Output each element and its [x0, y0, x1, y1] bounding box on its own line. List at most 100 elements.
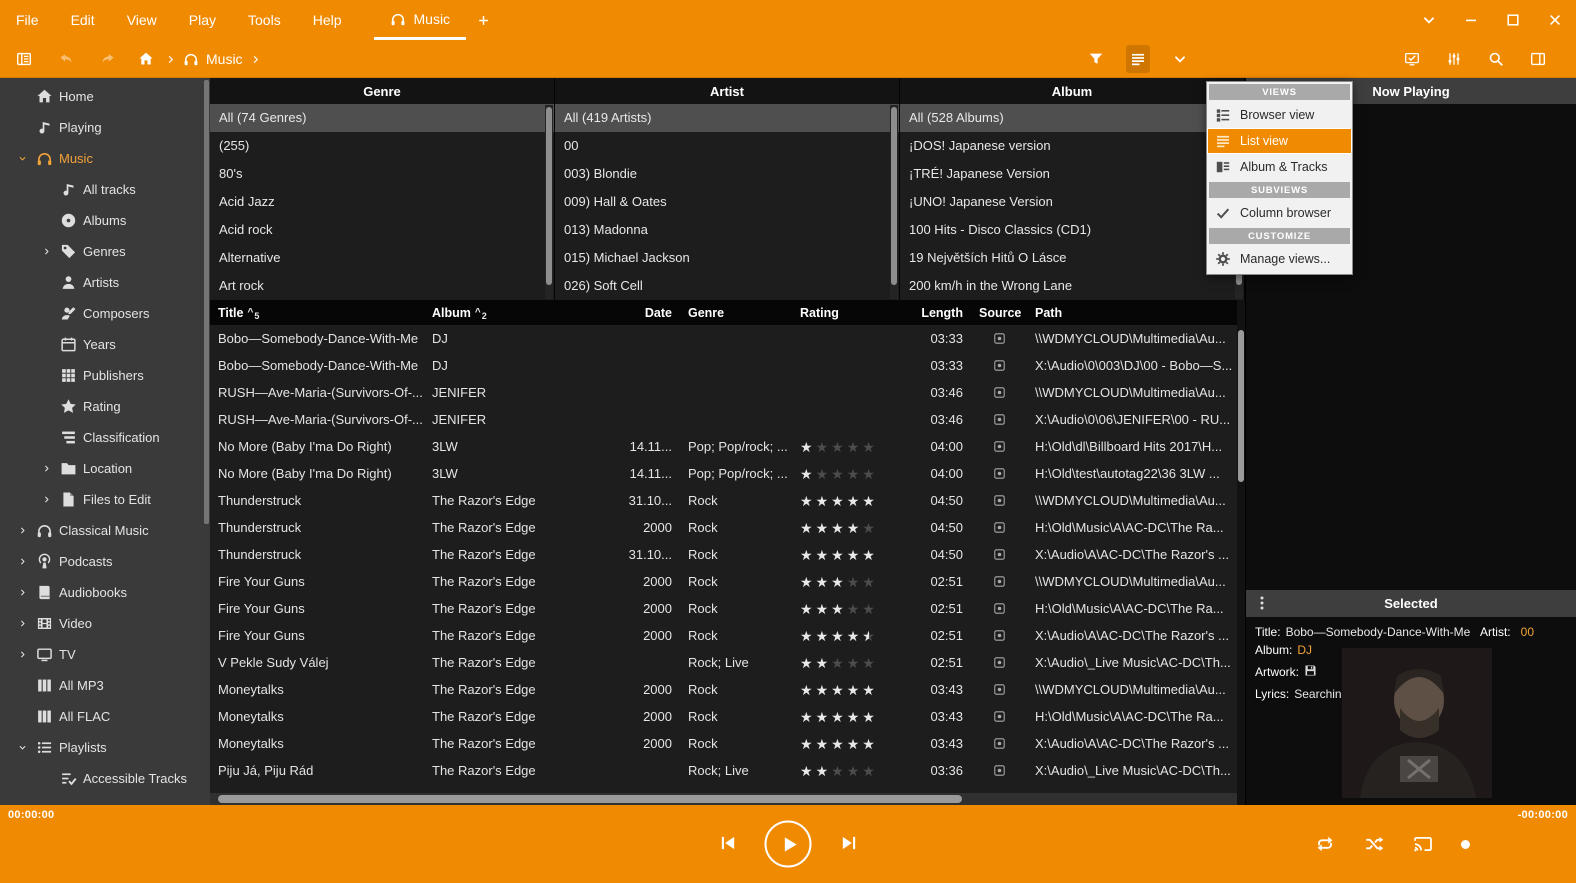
- column-header-path[interactable]: Path: [1027, 300, 1237, 325]
- vertical-scrollbar-thumb[interactable]: [1238, 330, 1244, 482]
- expand-chevron-icon[interactable]: [14, 525, 30, 537]
- previous-button[interactable]: [715, 831, 741, 857]
- table-row[interactable]: MoneytalksThe Razor's Edge2000Rock★★★★★0…: [210, 730, 1237, 757]
- menu-file[interactable]: File: [0, 0, 55, 40]
- browser-column-header[interactable]: Artist: [555, 78, 899, 104]
- expand-chevron-icon[interactable]: [38, 246, 54, 258]
- table-row[interactable]: MoneytalksThe Razor's Edge2000Rock★★★★★0…: [210, 676, 1237, 703]
- column-header-album[interactable]: Album^2: [424, 300, 602, 325]
- browser-item[interactable]: (255): [210, 132, 554, 160]
- expand-chevron-icon[interactable]: [14, 587, 30, 599]
- breadcrumb-home-button[interactable]: [134, 45, 158, 73]
- browser-item[interactable]: 80's: [210, 160, 554, 188]
- column-header-date[interactable]: Date: [602, 300, 680, 325]
- table-row[interactable]: No More (Baby I'ma Do Right)3LW14.11...P…: [210, 433, 1237, 460]
- close-button[interactable]: [1534, 0, 1576, 40]
- browser-item[interactable]: ¡DOS! Japanese version: [900, 132, 1244, 160]
- browser-item[interactable]: 200 km/h in the Wrong Lane: [900, 272, 1244, 300]
- table-row[interactable]: Fire Your GunsThe Razor's Edge2000Rock★★…: [210, 622, 1237, 649]
- cast-button[interactable]: [1412, 833, 1434, 855]
- shuffle-button[interactable]: [1363, 833, 1385, 855]
- sidebar-item-music[interactable]: Music: [0, 143, 210, 174]
- browser-scrollbar-thumb[interactable]: [891, 107, 897, 285]
- sidebar-item-home[interactable]: Home: [0, 81, 210, 112]
- sidebar-item-tv[interactable]: TV: [0, 639, 210, 670]
- table-row[interactable]: V Pekle Sudy VálejThe Razor's EdgeRock; …: [210, 649, 1237, 676]
- rating-stars[interactable]: ★★★★★: [800, 710, 878, 724]
- menu-help[interactable]: Help: [297, 0, 358, 40]
- sidebar-item-video[interactable]: Video: [0, 608, 210, 639]
- browser-item[interactable]: 00: [555, 132, 899, 160]
- redo-button[interactable]: [96, 45, 120, 73]
- view-menu-item-column-browser[interactable]: Column browser: [1207, 200, 1352, 226]
- sidebar-item-years[interactable]: Years: [0, 329, 210, 360]
- save-artwork-button[interactable]: [1304, 664, 1320, 680]
- menu-play[interactable]: Play: [173, 0, 232, 40]
- browser-item[interactable]: Art rock: [210, 272, 554, 300]
- menu-tools[interactable]: Tools: [232, 0, 297, 40]
- sidebar-item-playlists[interactable]: Playlists: [0, 732, 210, 763]
- rating-stars[interactable]: ★★★★★: [800, 521, 878, 535]
- table-row[interactable]: Fire Your GunsThe Razor's Edge2000Rock★★…: [210, 595, 1237, 622]
- rating-stars[interactable]: ★★★★★: [800, 602, 878, 616]
- browser-item[interactable]: All (528 Albums): [900, 104, 1244, 132]
- browser-item[interactable]: Acid rock: [210, 216, 554, 244]
- expand-chevron-icon[interactable]: [38, 463, 54, 475]
- view-menu-item-album-tracks[interactable]: Album & Tracks: [1207, 154, 1352, 180]
- column-header-title[interactable]: Title^5: [210, 300, 424, 325]
- next-button[interactable]: [836, 831, 862, 857]
- rating-stars[interactable]: ★★★★★: [800, 575, 878, 589]
- monitor-button[interactable]: [1400, 45, 1424, 73]
- minimize-button[interactable]: [1450, 0, 1492, 40]
- table-row[interactable]: No More (Baby I'ma Do Right)3LW14.11...P…: [210, 460, 1237, 487]
- new-tab-button[interactable]: [466, 0, 500, 40]
- rating-stars[interactable]: ★★★★★: [800, 629, 878, 643]
- table-row[interactable]: ThunderstruckThe Razor's Edge2000Rock★★★…: [210, 514, 1237, 541]
- browser-item[interactable]: 026) Soft Cell: [555, 272, 899, 300]
- play-button[interactable]: [765, 821, 812, 868]
- browser-item[interactable]: All (419 Artists): [555, 104, 899, 132]
- browser-item[interactable]: 013) Madonna: [555, 216, 899, 244]
- column-header-rating[interactable]: Rating: [792, 300, 898, 325]
- sidebar-item-composers[interactable]: Composers: [0, 298, 210, 329]
- expand-chevron-icon[interactable]: [38, 494, 54, 506]
- browser-column-header[interactable]: Album: [900, 78, 1244, 104]
- sidebar-item-classical-music[interactable]: Classical Music: [0, 515, 210, 546]
- table-row[interactable]: MoneytalksThe Razor's Edge2000Rock★★★★★0…: [210, 703, 1237, 730]
- rating-stars[interactable]: ★★★★★: [800, 683, 878, 697]
- view-menu-item-browser-view[interactable]: Browser view: [1207, 102, 1352, 128]
- view-menu-item-manage-views[interactable]: Manage views...: [1207, 246, 1352, 272]
- table-row[interactable]: ThunderstruckThe Razor's Edge31.10...Roc…: [210, 487, 1237, 514]
- table-row[interactable]: Bobo—Somebody-Dance-With-MeDJ03:33\\WDMY…: [210, 325, 1237, 352]
- browser-item[interactable]: ¡TRÉ! Japanese Version: [900, 160, 1244, 188]
- sidebar-scrollbar[interactable]: [204, 80, 209, 524]
- sidebar-item-location[interactable]: Location: [0, 453, 210, 484]
- sidebar-item-publishers[interactable]: Publishers: [0, 360, 210, 391]
- browser-column-scrollbar[interactable]: [545, 105, 553, 299]
- repeat-button[interactable]: [1314, 833, 1336, 855]
- sidebar-item-all-flac[interactable]: All FLAC: [0, 701, 210, 732]
- collapse-chevron-icon[interactable]: [14, 742, 30, 754]
- table-row[interactable]: Fire Your GunsThe Razor's Edge2000Rock★★…: [210, 568, 1237, 595]
- sidebar-item-rating[interactable]: Rating: [0, 391, 210, 422]
- expand-chevron-icon[interactable]: [14, 649, 30, 661]
- equalizer-button[interactable]: [1442, 45, 1466, 73]
- sidebar-item-all-tracks[interactable]: All tracks: [0, 174, 210, 205]
- layout-button[interactable]: [1526, 45, 1550, 73]
- browser-item[interactable]: 100 Hits - Disco Classics (CD1): [900, 216, 1244, 244]
- column-header-length[interactable]: Length: [898, 300, 971, 325]
- search-button[interactable]: [1484, 45, 1508, 73]
- sidebar-item-playing[interactable]: Playing: [0, 112, 210, 143]
- horizontal-scrollbar-thumb[interactable]: [218, 795, 962, 803]
- undo-button[interactable]: [54, 45, 78, 73]
- sidebar-item-audiobooks[interactable]: Audiobooks: [0, 577, 210, 608]
- collapse-chevron-icon[interactable]: [14, 153, 30, 165]
- sidebar-item-genres[interactable]: Genres: [0, 236, 210, 267]
- rating-stars[interactable]: ★★★★★: [800, 548, 878, 562]
- list-view-button[interactable]: [1126, 45, 1150, 73]
- rating-stars[interactable]: ★★★★★: [800, 494, 878, 508]
- column-header-source[interactable]: Source: [971, 300, 1027, 325]
- sidebar-item-podcasts[interactable]: Podcasts: [0, 546, 210, 577]
- browser-column-header[interactable]: Genre: [210, 78, 554, 104]
- menu-chevron-button[interactable]: [1408, 0, 1450, 40]
